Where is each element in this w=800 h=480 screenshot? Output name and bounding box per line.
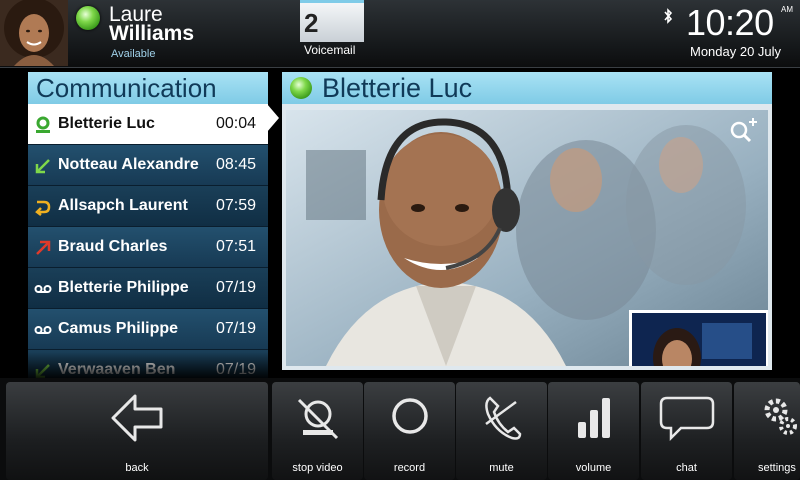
communication-item-name: Camus Philippe — [58, 320, 179, 337]
communication-item[interactable]: Notteau Alexandre 08:45 — [28, 145, 268, 186]
back-button[interactable]: back — [6, 382, 268, 480]
communication-title: Communication — [28, 72, 268, 104]
settings-label: settings — [758, 462, 796, 474]
user-last-name: Williams — [109, 22, 195, 45]
communication-item-time: 07/19 — [215, 320, 256, 337]
bluetooth-icon — [663, 8, 673, 27]
active-item-pointer — [267, 104, 279, 132]
chat-button[interactable]: chat — [641, 382, 732, 480]
incoming-call-icon — [34, 157, 52, 175]
outgoing-call-icon — [34, 239, 52, 257]
communication-item-name: Bletterie Luc — [58, 115, 155, 132]
communication-item[interactable]: Bletterie Luc 00:04 — [28, 104, 268, 145]
stop-video-button[interactable]: stop video — [272, 382, 363, 480]
communication-item-name: Notteau Alexandre — [58, 156, 199, 173]
volume-label: volume — [575, 462, 612, 474]
contact-name: Bletterie Luc — [322, 73, 473, 103]
stop-video-label: stop video — [292, 462, 343, 474]
presence-available-icon — [76, 6, 100, 30]
list-fade — [28, 352, 268, 378]
chat-label: chat — [676, 462, 697, 474]
missed-call-icon — [34, 198, 52, 216]
communication-item-name: Allsapch Laurent — [58, 197, 188, 214]
mute-icon — [480, 394, 524, 449]
mute-label: mute — [489, 462, 514, 474]
back-label: back — [125, 462, 149, 474]
presence-person-icon — [34, 116, 52, 134]
volume-button[interactable]: volume — [548, 382, 639, 480]
remote-video[interactable] — [286, 110, 768, 366]
communication-item-time: 07:59 — [215, 197, 256, 214]
clock-date: Monday 20 July — [690, 44, 782, 59]
top-bar: Laure Williams Available 2 Voicemail 10:… — [0, 0, 800, 68]
voicemail-count: 2 — [300, 0, 364, 42]
voicemail-icon — [34, 280, 52, 298]
zoom-in-icon[interactable] — [728, 116, 758, 144]
stop-video-icon — [293, 394, 343, 449]
self-view-video[interactable] — [629, 310, 768, 366]
volume-bars-icon — [572, 394, 616, 445]
communication-item-time: 08:45 — [215, 156, 256, 173]
clock-ampm: AM — [781, 5, 793, 14]
record-icon — [388, 394, 432, 443]
bottom-toolbar: back stop video record mute volume chat … — [0, 378, 800, 480]
record-button[interactable]: record — [364, 382, 455, 480]
communication-item[interactable]: Camus Philippe 07/19 — [28, 309, 268, 350]
communication-item-name: Braud Charles — [58, 238, 168, 255]
communication-item[interactable]: Braud Charles 07:51 — [28, 227, 268, 268]
contact-panel: Bletterie Luc — [282, 72, 772, 370]
communication-panel: Communication Bletterie Luc 00:04 Notteau … — [28, 72, 268, 378]
communication-list: Bletterie Luc 00:04 Notteau Alexandre 08:45… — [28, 104, 268, 378]
communication-item[interactable]: Allsapch Laurent 07:59 — [28, 186, 268, 227]
record-label: record — [393, 462, 426, 474]
contact-header: Bletterie Luc — [282, 72, 772, 104]
communication-item-time: 00:04 — [215, 115, 256, 132]
communication-item[interactable]: Bletterie Philippe 07/19 — [28, 268, 268, 309]
clock-time: 10:20 — [686, 2, 774, 43]
gear-icon — [762, 394, 800, 445]
voicemail-label: Voicemail — [304, 43, 356, 57]
chat-bubble-icon — [659, 394, 715, 447]
mute-button[interactable]: mute — [456, 382, 547, 480]
settings-button[interactable]: settings — [734, 382, 800, 480]
contact-presence-icon — [290, 77, 312, 99]
communication-item-time: 07:51 — [215, 238, 256, 255]
communication-item-name: Bletterie Philippe — [58, 279, 189, 296]
back-arrow-icon — [109, 392, 165, 449]
communication-item-time: 07/19 — [215, 279, 256, 296]
user-avatar[interactable] — [0, 0, 68, 66]
voicemail-icon — [34, 321, 52, 339]
voicemail-button[interactable]: 2 Voicemail — [300, 0, 364, 62]
user-status[interactable]: Available — [111, 48, 155, 60]
